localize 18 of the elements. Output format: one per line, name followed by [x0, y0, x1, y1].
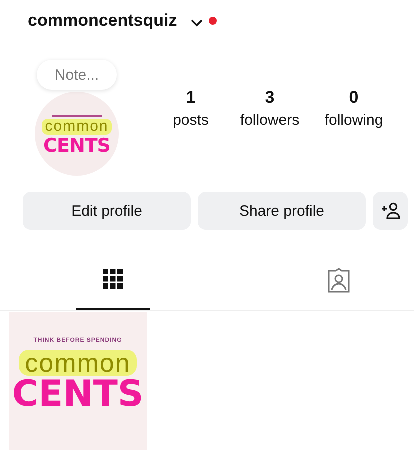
- stat-label[interactable]: posts: [173, 112, 209, 129]
- grid-icon: [102, 268, 124, 290]
- stat-label[interactable]: followers: [240, 112, 300, 129]
- profile-button[interactable]: Share profile: [198, 192, 366, 230]
- note-bubble[interactable]: Note...: [37, 60, 117, 90]
- stat-count[interactable]: 1: [186, 88, 196, 108]
- stat-count[interactable]: 3: [265, 88, 275, 108]
- stat-label[interactable]: following: [324, 112, 384, 129]
- chevron-down-icon[interactable]: [191, 18, 204, 26]
- post-logo-word: common: [19, 350, 137, 376]
- add-person-icon: [380, 202, 400, 220]
- username: commoncentsquiz: [28, 11, 178, 31]
- add-person-button[interactable]: [373, 192, 408, 230]
- profile-button[interactable]: Edit profile: [23, 192, 191, 230]
- stat-count[interactable]: 0: [349, 88, 359, 108]
- post-logo-word: CENTS: [12, 376, 144, 414]
- profile-tab[interactable]: [76, 266, 150, 310]
- tagged-person-icon: [326, 268, 352, 294]
